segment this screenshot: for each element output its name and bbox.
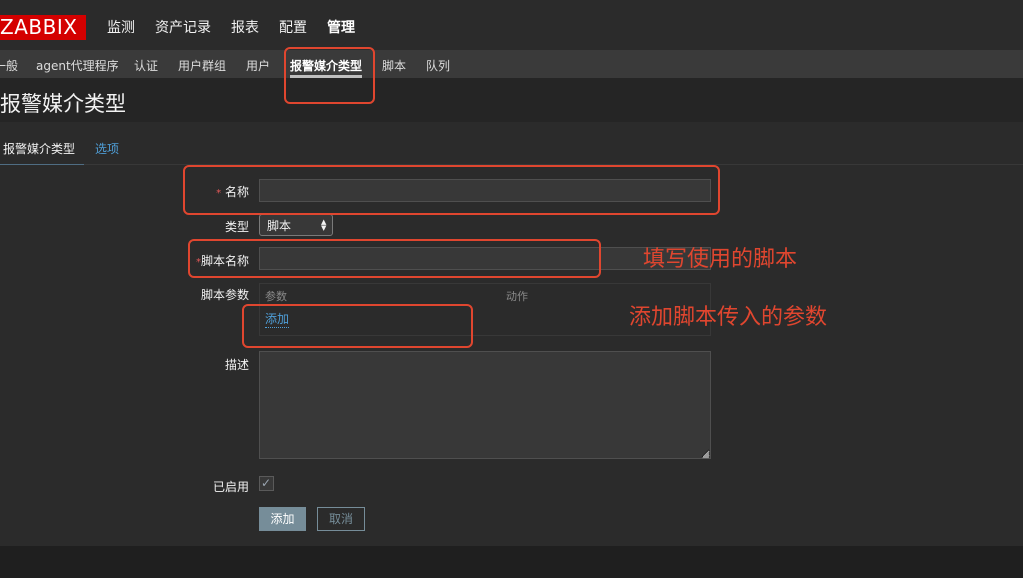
- top-menu-administration[interactable]: 管理: [327, 17, 355, 37]
- sub-menu-authentication[interactable]: 认证: [134, 57, 158, 74]
- top-navigation-bar: [0, 0, 1023, 50]
- highlight-script-name-field: [188, 239, 601, 278]
- page-footer: [0, 546, 1023, 578]
- top-menu-inventory[interactable]: 资产记录: [155, 17, 211, 37]
- top-menu-configuration[interactable]: 配置: [279, 17, 307, 37]
- sub-menu-proxies[interactable]: agent代理程序: [36, 57, 119, 74]
- sub-menu-queue[interactable]: 队列: [426, 57, 450, 74]
- resize-grip-icon[interactable]: ◢: [702, 450, 709, 460]
- page-title: 报警媒介类型: [0, 92, 126, 116]
- select-arrows-icon: ▲ ▼: [321, 218, 327, 232]
- tab-bar: [0, 132, 1023, 165]
- annotation-params-note: 添加脚本传入的参数: [629, 305, 828, 330]
- cancel-button[interactable]: 取消: [317, 507, 365, 531]
- annotation-script-note: 填写使用的脚本: [643, 247, 798, 272]
- add-button[interactable]: 添加: [259, 507, 306, 531]
- enabled-label: 已启用: [212, 480, 249, 494]
- checkmark-icon: ✓: [261, 476, 272, 490]
- sub-menu-scripts[interactable]: 脚本: [382, 57, 406, 74]
- tab-options[interactable]: 选项: [95, 140, 119, 157]
- sub-menu-general[interactable]: 一般: [0, 57, 18, 74]
- script-params-label: 脚本参数: [200, 288, 249, 302]
- top-menu-monitoring[interactable]: 监测: [107, 17, 135, 37]
- description-label: 描述: [224, 358, 249, 372]
- zabbix-logo[interactable]: ZABBIX: [0, 15, 86, 40]
- tab-media-type-label[interactable]: 报警媒介类型: [3, 140, 75, 157]
- type-label: 类型: [224, 220, 249, 234]
- sub-menu-users[interactable]: 用户: [246, 57, 270, 74]
- params-column-parameter: 参数: [265, 290, 287, 303]
- highlight-add-parameter: [242, 304, 473, 348]
- sub-menu-user-groups[interactable]: 用户群组: [178, 57, 226, 74]
- highlight-media-types-menu: [284, 47, 375, 104]
- top-menu-reports[interactable]: 报表: [231, 17, 259, 37]
- page-header: [0, 78, 1023, 122]
- highlight-name-field: [183, 165, 720, 215]
- description-textarea[interactable]: [259, 351, 711, 459]
- params-column-action: 动作: [506, 290, 528, 303]
